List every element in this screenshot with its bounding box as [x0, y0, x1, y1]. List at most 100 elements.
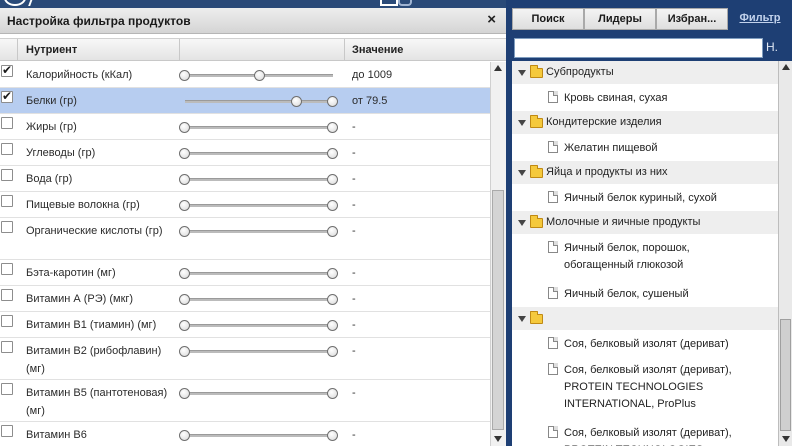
tree-folder[interactable]: Кондитерские изделия — [512, 111, 778, 135]
nutrient-row[interactable]: Витамин В1 (тиамин) (мг) - — [0, 312, 490, 338]
row-checkbox[interactable] — [1, 315, 13, 327]
slider-min-handle[interactable] — [179, 122, 190, 133]
slider-max-handle[interactable] — [327, 174, 338, 185]
row-checkbox[interactable] — [1, 63, 13, 77]
range-slider-track[interactable] — [185, 126, 333, 129]
tree-scroll-up-icon[interactable] — [782, 64, 790, 70]
expand-arrow-icon[interactable] — [518, 220, 526, 226]
tree-item[interactable]: Желатин пищевой — [512, 135, 778, 161]
range-slider-track[interactable] — [185, 178, 333, 181]
slider-max-handle[interactable] — [327, 122, 338, 133]
nutrient-row[interactable]: Витамин В2 (рибофлавин) (мг) - — [0, 338, 490, 380]
slider-min-handle[interactable] — [179, 320, 190, 331]
expand-arrow-icon[interactable] — [518, 70, 526, 76]
nutrient-row[interactable]: Бэта-каротин (мг) - — [0, 260, 490, 286]
tree-item[interactable]: Яичный белок, сушеный — [512, 281, 778, 307]
range-slider-track[interactable] — [185, 324, 333, 327]
tree-folder[interactable]: Молочные и яичные продукты — [512, 211, 778, 235]
grid-scrollbar[interactable] — [490, 62, 506, 446]
tree-item[interactable]: Соя, белковый изолят (дериват), PROTEIN … — [512, 357, 778, 420]
row-checkbox[interactable] — [1, 221, 13, 233]
range-slider-track[interactable] — [185, 230, 333, 233]
expand-arrow-icon[interactable] — [518, 170, 526, 176]
tree-item[interactable]: Яичный белок, порошок, обогащенный глюко… — [512, 235, 778, 281]
slider-max-handle[interactable] — [327, 96, 338, 107]
nutrient-row[interactable]: Витамин А (РЭ) (мкг) - — [0, 286, 490, 312]
cart-icon[interactable] — [398, 0, 412, 6]
tree-scroll-down-icon[interactable] — [782, 436, 790, 442]
nutrient-row[interactable]: Калорийность (кКал) до 1009 — [0, 62, 490, 88]
slider-max-handle[interactable] — [327, 346, 338, 357]
slider-min-handle[interactable] — [179, 294, 190, 305]
nutrient-row[interactable]: Жиры (гр) - — [0, 114, 490, 140]
expand-arrow-icon[interactable] — [518, 316, 526, 322]
tree-scrollbar[interactable] — [778, 61, 792, 446]
tab-search[interactable]: Поиск — [512, 8, 584, 30]
tree-folder[interactable]: Яйца и продукты из них — [512, 161, 778, 185]
tree-item[interactable]: Яичный белок куриный, сухой — [512, 185, 778, 211]
slider-min-handle[interactable] — [291, 96, 303, 107]
row-checkbox[interactable] — [1, 289, 13, 301]
header-nutrient[interactable]: Нутриент — [18, 39, 180, 61]
slider-min-handle[interactable] — [179, 346, 190, 357]
tab-filter[interactable]: Фильтр — [728, 8, 792, 30]
slider-min-handle[interactable] — [179, 388, 190, 399]
slider-max-handle[interactable] — [327, 430, 338, 441]
globe-icon[interactable] — [4, 0, 26, 6]
tab-leaders[interactable]: Лидеры — [584, 8, 656, 30]
range-slider-track[interactable] — [185, 298, 333, 301]
expand-arrow-icon[interactable] — [518, 120, 526, 126]
slider-min-handle[interactable] — [179, 226, 190, 237]
range-slider-track[interactable] — [185, 434, 333, 437]
row-checkbox[interactable] — [1, 195, 13, 207]
tab-favorites[interactable]: Избран... — [656, 8, 728, 30]
tree-folder[interactable] — [512, 307, 778, 331]
slider-max-handle[interactable] — [327, 148, 338, 159]
row-checkbox[interactable] — [1, 169, 13, 181]
slider-max-handle[interactable] — [327, 320, 338, 331]
slider-min-handle[interactable] — [179, 148, 190, 159]
row-checkbox[interactable] — [1, 425, 13, 437]
range-slider-track[interactable] — [185, 100, 333, 103]
search-tool-icon[interactable] — [28, 0, 40, 6]
nutrient-row[interactable]: Белки (гр) от 79.5 — [0, 88, 490, 114]
slider-max-handle[interactable] — [327, 226, 338, 237]
slider-min-handle[interactable] — [179, 200, 190, 211]
nutrient-row[interactable]: Углеводы (гр) - — [0, 140, 490, 166]
slider-max-handle[interactable] — [254, 70, 266, 81]
nutrient-row[interactable]: Пищевые волокна (гр) - — [0, 192, 490, 218]
slider-max-handle[interactable] — [327, 388, 338, 399]
row-checkbox[interactable] — [1, 143, 13, 155]
close-icon[interactable]: × — [487, 11, 496, 28]
range-slider-track[interactable] — [185, 204, 333, 207]
tree-item[interactable]: Кровь свиная, сухая — [512, 85, 778, 111]
tree-item[interactable]: Соя, белковый изолят (дериват) — [512, 331, 778, 357]
range-slider-track[interactable] — [185, 350, 333, 353]
nutrient-row[interactable]: Органические кислоты (гр) - — [0, 218, 490, 260]
nutrient-row[interactable]: Вода (гр) - — [0, 166, 490, 192]
range-slider-track[interactable] — [185, 152, 333, 155]
tree-item[interactable]: Соя, белковый изолят (дериват), PROTEIN … — [512, 420, 778, 446]
slider-min-handle[interactable] — [179, 268, 190, 279]
row-checkbox[interactable] — [1, 89, 13, 103]
scroll-thumb[interactable] — [492, 190, 504, 430]
range-slider-track[interactable] — [185, 272, 333, 275]
document-icon[interactable] — [380, 0, 398, 6]
slider-min-handle[interactable] — [179, 174, 190, 185]
slider-max-handle[interactable] — [327, 268, 338, 279]
slider-max-handle[interactable] — [327, 200, 338, 211]
header-value[interactable]: Значение — [345, 39, 490, 61]
tree-folder[interactable]: Субпродукты — [512, 61, 778, 85]
scroll-down-icon[interactable] — [494, 436, 502, 442]
range-slider-track[interactable] — [185, 392, 333, 395]
row-checkbox[interactable] — [1, 117, 13, 129]
slider-max-handle[interactable] — [327, 294, 338, 305]
search-input[interactable] — [514, 38, 763, 58]
find-button[interactable]: Н. — [766, 40, 778, 54]
row-checkbox[interactable] — [1, 383, 13, 395]
row-checkbox[interactable] — [1, 263, 13, 275]
slider-min-handle[interactable] — [179, 430, 190, 441]
nutrient-row[interactable]: Витамин В6 - — [0, 422, 490, 446]
tree-scroll-thumb[interactable] — [780, 319, 791, 431]
row-checkbox[interactable] — [1, 341, 13, 353]
